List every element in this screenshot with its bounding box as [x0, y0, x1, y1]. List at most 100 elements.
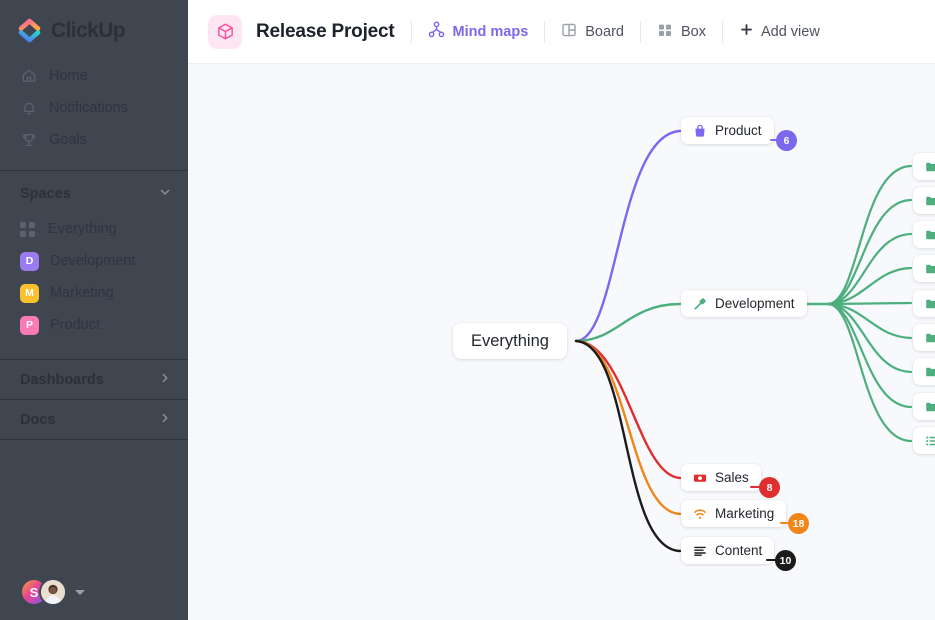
docs-label: Docs	[20, 412, 55, 428]
folder-icon	[925, 297, 935, 311]
tab-board[interactable]: Board	[561, 22, 624, 42]
badge-product-count[interactable]: 6	[776, 130, 797, 151]
money-icon	[693, 471, 707, 485]
chevron-right-icon	[158, 371, 172, 389]
hammer-icon	[693, 297, 707, 311]
space-avatar-development: D	[20, 252, 39, 271]
mindmap-node-notes[interactable]: Notes	[913, 427, 935, 454]
page-title: Release Project	[256, 21, 395, 43]
add-view-button[interactable]: Add view	[739, 22, 820, 41]
mindmap-node-development[interactable]: Development	[681, 290, 807, 317]
toolbar-separator	[411, 21, 412, 43]
node-label: Content	[715, 543, 762, 558]
sidebar-footer: Dashboards Docs	[0, 359, 188, 440]
node-label: Sales	[715, 470, 749, 485]
spaces-section-header[interactable]: Spaces	[0, 171, 188, 213]
sidebar-item-notifications[interactable]: Notifications	[0, 92, 188, 124]
box-icon	[657, 22, 673, 42]
node-label: Development	[715, 296, 795, 311]
brand-name: ClickUp	[51, 19, 125, 43]
sidebar-item-development[interactable]: D Development	[0, 245, 188, 277]
sidebar-item-goals[interactable]: Goals	[0, 124, 188, 156]
top-toolbar: Release Project Mind maps	[188, 0, 935, 64]
spaces-list: Everything D Development M Marketing P P…	[0, 213, 188, 341]
toolbar-separator	[544, 21, 545, 43]
cube-icon	[208, 15, 242, 49]
sidebar-item-label: Home	[49, 68, 88, 84]
space-label: Development	[50, 253, 135, 269]
mindmap-node-marketing[interactable]: Marketing	[681, 500, 786, 527]
sidebar-item-docs[interactable]: Docs	[0, 399, 188, 439]
node-label: Product	[715, 123, 762, 138]
mindmap-node-sprints[interactable]: Sprints	[913, 221, 935, 248]
badge-sales-count[interactable]: 8	[759, 477, 780, 498]
sidebar-item-product[interactable]: P Product	[0, 309, 188, 341]
mindmap-canvas[interactable]: Everything Product 6	[188, 64, 935, 620]
user-avatar[interactable]	[39, 578, 67, 606]
bell-icon	[20, 100, 37, 117]
folder-icon	[925, 160, 935, 174]
sidebar: ClickUp Home	[0, 0, 188, 620]
mindmap-node-automation[interactable]: Automation	[913, 187, 935, 214]
main-area: Release Project Mind maps	[188, 0, 935, 620]
mindmap-node-tooling[interactable]: Tooling	[913, 255, 935, 282]
sidebar-item-home[interactable]: Home	[0, 60, 188, 92]
chevron-down-icon[interactable]	[158, 185, 172, 203]
mindmap-node-product[interactable]: Product	[681, 117, 774, 144]
sidebar-item-label: Goals	[49, 132, 87, 148]
mindmap-node-analytics[interactable]: Analytics	[913, 324, 935, 351]
mindmap-node-sales[interactable]: Sales	[681, 464, 761, 491]
add-view-label: Add view	[761, 24, 820, 40]
primary-nav: Home Notifications	[0, 58, 188, 162]
sidebar-item-everything[interactable]: Everything	[0, 213, 188, 245]
home-icon	[20, 68, 37, 85]
spaces-label: Spaces	[20, 186, 71, 202]
tab-mind-maps[interactable]: Mind maps	[428, 21, 529, 42]
clickup-app: ClickUp Home	[0, 0, 935, 620]
node-label: Marketing	[715, 506, 774, 521]
user-bar: S	[0, 578, 188, 606]
space-label: Everything	[48, 221, 117, 237]
folder-icon	[925, 365, 935, 379]
sidebar-item-marketing[interactable]: M Marketing	[0, 277, 188, 309]
clickup-logo-icon	[18, 18, 44, 44]
mindmap-node-android[interactable]: Android	[913, 393, 935, 420]
tab-box[interactable]: Box	[657, 22, 706, 42]
space-avatar-marketing: M	[20, 284, 39, 303]
caret-down-icon[interactable]	[75, 590, 85, 595]
toolbar-separator	[722, 21, 723, 43]
root-label: Everything	[471, 332, 549, 351]
lines-icon	[693, 544, 707, 558]
mindmap-root-node[interactable]: Everything	[453, 323, 567, 359]
folder-icon	[925, 194, 935, 208]
space-label: Product	[50, 317, 100, 333]
wifi-icon	[693, 507, 707, 521]
mindmap-node-content[interactable]: Content	[681, 537, 774, 564]
tab-label: Board	[585, 24, 624, 40]
mindmap-node-roadmap[interactable]: Roadmap	[913, 153, 935, 180]
badge-content-count[interactable]: 10	[775, 550, 796, 571]
toolbar-separator	[640, 21, 641, 43]
tab-label: Mind maps	[453, 24, 529, 40]
brand-logo[interactable]: ClickUp	[0, 0, 188, 58]
dashboards-label: Dashboards	[20, 372, 104, 388]
badge-marketing-count[interactable]: 18	[788, 513, 809, 534]
tab-label: Box	[681, 24, 706, 40]
folder-icon	[925, 331, 935, 345]
mindmap-icon	[428, 21, 445, 42]
bag-icon	[693, 124, 707, 138]
grid-icon	[20, 221, 37, 238]
folder-icon	[925, 262, 935, 276]
list-icon	[925, 434, 935, 448]
space-avatar-product: P	[20, 316, 39, 335]
folder-icon	[925, 400, 935, 414]
plus-icon	[739, 22, 754, 41]
space-label: Marketing	[50, 285, 114, 301]
mindmap-node-qa[interactable]: QA	[913, 290, 935, 317]
chevron-right-icon	[158, 411, 172, 429]
folder-icon	[925, 228, 935, 242]
board-icon	[561, 22, 577, 42]
sidebar-item-dashboards[interactable]: Dashboards	[0, 359, 188, 399]
mindmap-node-ios[interactable]: iOS	[913, 358, 935, 385]
trophy-icon	[20, 132, 37, 149]
